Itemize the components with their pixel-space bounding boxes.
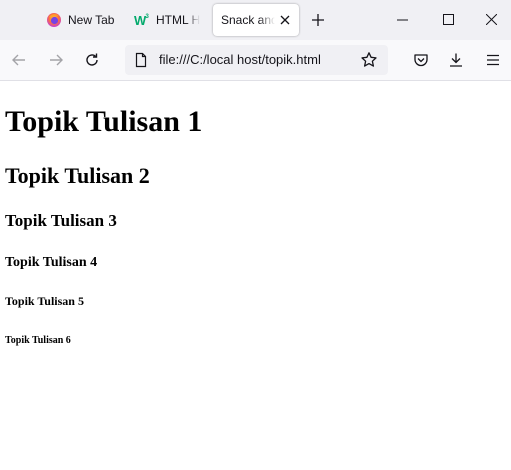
w3schools-icon: W 3 [134,12,150,28]
tab-active[interactable]: Snack and [213,4,299,36]
tab-label: New Tab [68,13,115,27]
back-button[interactable] [5,46,33,74]
app-menu-button[interactable] [479,46,507,74]
heading-2: Topik Tulisan 2 [5,163,150,188]
pocket-icon [414,54,428,67]
heading-3: Topik Tulisan 3 [5,211,117,230]
page-content: Topik Tulisan 1 Topik Tulisan 2 Topik Tu… [0,81,511,470]
heading-6: Topik Tulisan 6 [5,335,71,346]
firefox-icon [46,12,62,28]
reload-icon [86,53,98,66]
url-text[interactable]: file:///C:/local host/topik.html [159,52,321,67]
heading-5: Topik Tulisan 5 [5,294,84,308]
address-bar[interactable]: file:///C:/local host/topik.html [125,45,388,75]
close-window-button[interactable] [471,4,511,34]
maximize-icon [442,13,454,25]
downloads-button[interactable] [442,46,470,74]
hamburger-menu-icon [487,54,499,66]
arrow-right-icon [50,54,63,66]
tab-html-headings[interactable]: W 3 HTML H [126,4,210,36]
arrow-left-icon [12,54,25,66]
download-icon [450,53,462,67]
heading-1: Topik Tulisan 1 [5,105,203,138]
bookmark-star-icon[interactable] [360,51,378,69]
minimize-icon [396,19,408,20]
close-tab-icon[interactable] [277,12,293,28]
close-icon [485,13,497,25]
svg-text:3: 3 [146,14,150,20]
heading-4: Topik Tulisan 4 [5,255,98,270]
reload-button[interactable] [78,46,106,74]
plus-icon [312,14,324,26]
pocket-button[interactable] [407,46,435,74]
page-icon [135,52,147,68]
navigation-toolbar: file:///C:/local host/topik.html [0,40,511,81]
tab-label: Snack and [221,13,275,27]
tab-label: HTML H [156,13,200,27]
minimize-button[interactable] [379,4,425,34]
tab-new-tab[interactable]: New Tab [38,4,124,36]
tab-strip: New Tab W 3 HTML H Snack and [0,0,511,40]
forward-button[interactable] [42,46,70,74]
maximize-button[interactable] [425,4,471,34]
new-tab-button[interactable] [308,10,328,30]
